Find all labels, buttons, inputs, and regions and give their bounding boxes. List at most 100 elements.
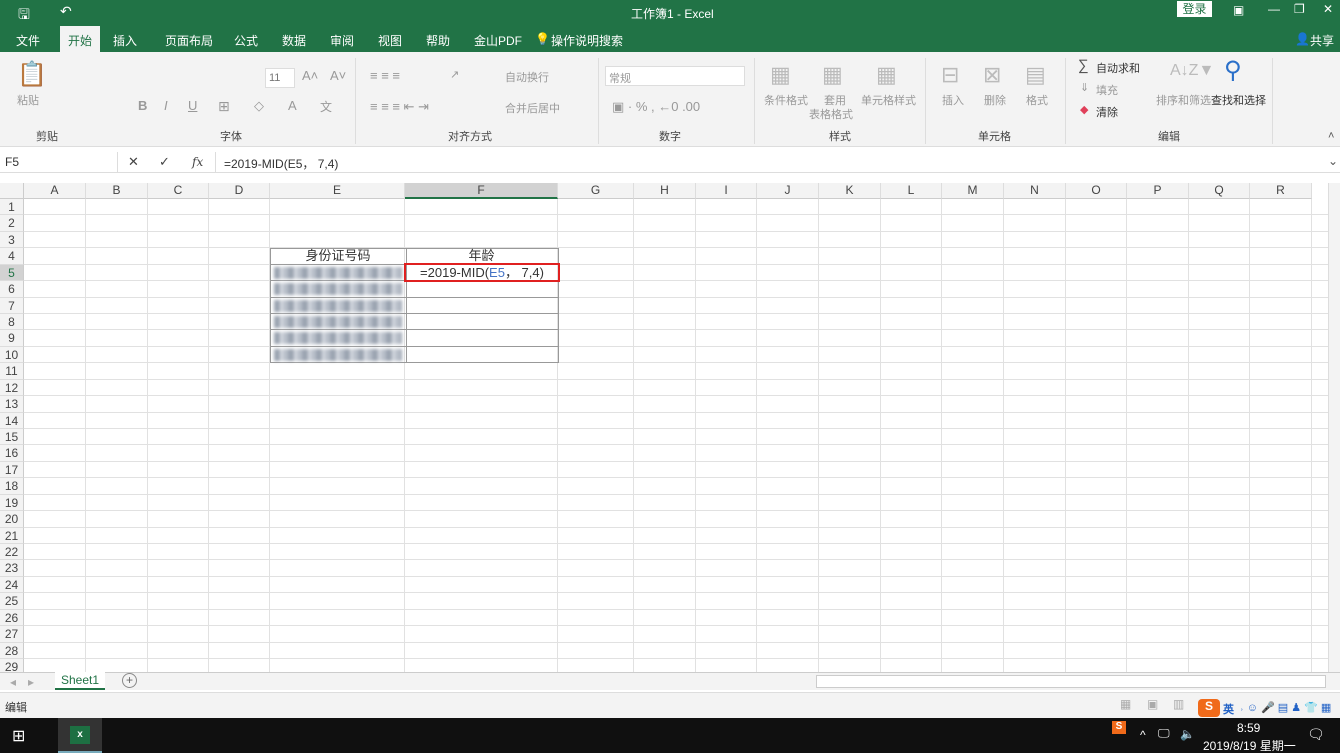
close-icon[interactable]: ✕ [1323, 2, 1333, 16]
ribbon-display-icon[interactable]: ▣ [1233, 3, 1244, 17]
align-left-icon[interactable]: ≡ ≡ ≡ ⇤ ⇥ [370, 99, 429, 115]
blurred-id-number[interactable] [274, 332, 402, 345]
row-header-19[interactable]: 19 [0, 494, 24, 512]
blurred-id-number[interactable] [274, 316, 402, 328]
volume-icon[interactable]: 🔈 [1180, 727, 1195, 741]
tab-file[interactable]: 文件 [16, 32, 40, 49]
row-header-16[interactable]: 16 [0, 445, 24, 462]
blurred-id-number[interactable] [274, 283, 402, 296]
conditional-format-button[interactable]: 条件格式 [764, 92, 808, 108]
row-header-2[interactable]: 2 [0, 215, 24, 232]
tab-help[interactable]: 帮助 [426, 32, 450, 49]
delete-cells-icon[interactable]: ⊠ [983, 62, 1001, 88]
bold-icon[interactable]: B [138, 98, 147, 113]
sigma-icon[interactable]: ∑ [1078, 57, 1089, 74]
italic-icon[interactable]: I [164, 98, 168, 113]
taskbar-excel[interactable]: x [58, 718, 102, 753]
sogou-ime-icon[interactable]: S [1198, 699, 1220, 717]
column-header-E[interactable]: E [270, 183, 405, 199]
expand-formula-icon[interactable]: ⌄ [1328, 154, 1338, 168]
cell-f5-editing[interactable]: =2019-MID(E5， 7,4) [404, 263, 560, 282]
eraser-icon[interactable]: ◆ [1080, 103, 1088, 116]
row-header-23[interactable]: 23 [0, 560, 24, 577]
find-icon[interactable]: ⚲ [1224, 56, 1242, 85]
scroll-tabs-right-icon[interactable]: ▸ [28, 675, 34, 689]
tab-home[interactable]: 开始 [60, 26, 101, 52]
ime-toolbar-icons[interactable]: ˒ ☺ 🎤 ▤ ♟ 👕 ▦ [1240, 701, 1331, 714]
row-header-4[interactable]: 4 [0, 248, 24, 265]
blurred-id-number[interactable] [274, 299, 402, 312]
collapse-ribbon-icon[interactable]: ˄ [1328, 130, 1334, 142]
cell-f4[interactable]: 年龄 [405, 248, 558, 264]
column-header-D[interactable]: D [209, 183, 270, 199]
cell-style-icon[interactable]: ▦ [876, 62, 897, 88]
row-header-26[interactable]: 26 [0, 609, 24, 627]
tab-view[interactable]: 视图 [378, 32, 402, 49]
tab-page-layout[interactable]: 页面布局 [165, 32, 213, 49]
clear-button[interactable]: 清除 [1096, 104, 1118, 120]
fill-button[interactable]: 填充 [1096, 82, 1118, 98]
share-button[interactable]: 共享 [1310, 32, 1334, 49]
add-sheet-icon[interactable]: + [122, 673, 137, 688]
horizontal-scrollbar[interactable] [816, 675, 1326, 688]
paste-button[interactable]: 粘贴 [17, 92, 39, 108]
column-header-N[interactable]: N [1004, 183, 1066, 199]
tray-expand-icon[interactable]: ^ [1140, 728, 1146, 742]
column-header-G[interactable]: G [558, 183, 634, 199]
select-all-button[interactable] [0, 183, 24, 199]
row-header-15[interactable]: 15 [0, 429, 24, 446]
row-header-14[interactable]: 14 [0, 412, 24, 429]
column-header-B[interactable]: B [86, 183, 148, 199]
row-header-3[interactable]: 3 [0, 231, 24, 249]
shrink-font-icon[interactable]: A˅ [330, 68, 346, 83]
tab-kingsoft-pdf[interactable]: 金山PDF [474, 32, 522, 49]
enter-icon[interactable]: ✓ [159, 154, 170, 170]
sort-filter-icon[interactable]: A↓Z▼ [1170, 62, 1214, 80]
blurred-id-number[interactable] [274, 348, 402, 361]
table-format-icon[interactable]: ▦ [822, 62, 843, 88]
format-cells-icon[interactable]: ▤ [1025, 62, 1046, 88]
blurred-id-number[interactable] [274, 266, 402, 279]
column-header-P[interactable]: P [1127, 183, 1189, 199]
merge-center-button[interactable]: 合并后居中 [505, 100, 560, 116]
scroll-tabs-left-icon[interactable]: ◂ [10, 675, 16, 689]
row-header-1[interactable]: 1 [0, 199, 24, 216]
row-header-13[interactable]: 13 [0, 396, 24, 413]
cancel-icon[interactable]: ✕ [128, 154, 139, 170]
column-header-J[interactable]: J [757, 183, 819, 199]
restore-icon[interactable]: ❐ [1294, 2, 1305, 16]
tab-data[interactable]: 数据 [282, 32, 306, 49]
row-header-20[interactable]: 20 [0, 511, 24, 528]
tab-review[interactable]: 审阅 [330, 32, 354, 49]
undo-icon[interactable]: ↶ [60, 3, 72, 20]
insert-cells-icon[interactable]: ⊟ [941, 62, 959, 88]
phonetic-icon[interactable]: 文 [320, 98, 332, 115]
clock-date[interactable]: 2019/8/19 星期一 [1203, 737, 1296, 754]
row-header-25[interactable]: 25 [0, 593, 24, 610]
ime-language[interactable]: 英 [1223, 701, 1234, 717]
tab-formulas[interactable]: 公式 [234, 32, 258, 49]
row-header-9[interactable]: 9 [0, 330, 24, 347]
fill-color-icon[interactable]: ◇ [254, 98, 264, 114]
notification-icon[interactable]: 🗨 [1307, 726, 1325, 743]
column-header-R[interactable]: R [1250, 183, 1312, 199]
row-header-27[interactable]: 27 [0, 626, 24, 643]
row-header-10[interactable]: 10 [0, 346, 24, 364]
view-page-break-icon[interactable]: ▥ [1173, 697, 1184, 711]
sort-filter-button[interactable]: 排序和筛选 [1156, 92, 1211, 108]
number-format-select[interactable]: 常规 [605, 66, 745, 86]
save-icon[interactable]: 🖫 [18, 4, 30, 28]
sogou-tray-icon[interactable]: S [1112, 721, 1126, 734]
formula-input[interactable]: =2019-MID(E5， 7,4) [215, 152, 1325, 172]
row-header-6[interactable]: 6 [0, 281, 24, 298]
name-box[interactable]: F5 [0, 152, 118, 172]
paste-icon[interactable]: 📋 [17, 60, 47, 89]
column-header-I[interactable]: I [696, 183, 757, 199]
network-icon[interactable]: 🖵 [1158, 726, 1170, 741]
row-header-22[interactable]: 22 [0, 544, 24, 561]
cell-e4[interactable]: 身份证号码 [270, 248, 406, 264]
border-icon[interactable]: ⊞ [218, 98, 230, 115]
tell-me-search[interactable]: 操作说明搜索 [551, 32, 623, 49]
row-header-28[interactable]: 28 [0, 642, 24, 660]
font-color-icon[interactable]: A [288, 98, 297, 113]
